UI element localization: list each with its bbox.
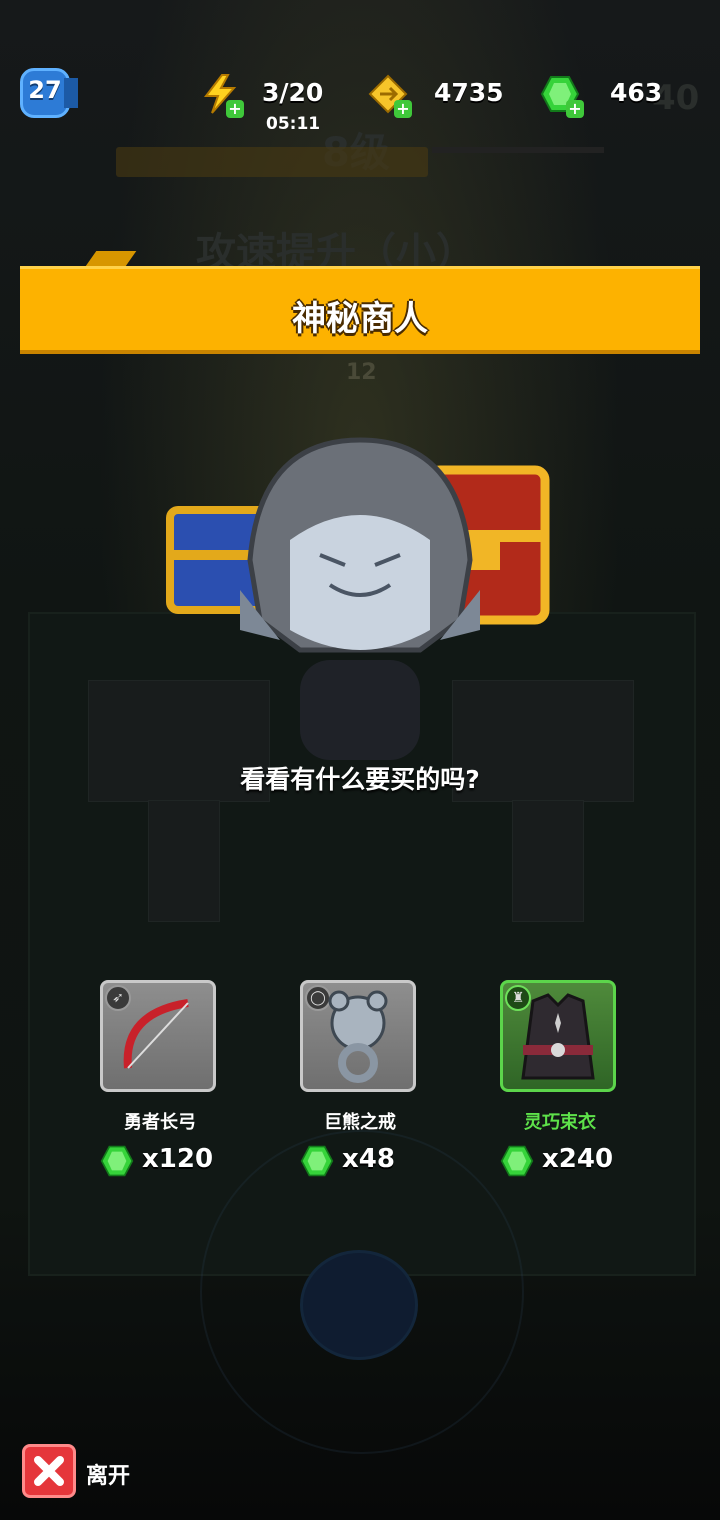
merchant-dialog: 看看有什么要买的吗? (240, 765, 480, 794)
price-value: x48 (342, 1144, 395, 1174)
floor-portal (300, 1250, 418, 1360)
gem-icon[interactable]: + (540, 74, 584, 118)
coin-icon[interactable]: + (368, 74, 412, 118)
item-name: 巨熊之戒 (324, 1112, 396, 1133)
knight-helmet-icon (240, 437, 480, 760)
energy-timer: 05:11 (266, 114, 321, 134)
bear-ring-icon (328, 990, 388, 1083)
ghost-number: 12 (346, 360, 377, 385)
item-price[interactable]: x240 (500, 1142, 640, 1182)
item-card[interactable]: ♜ (500, 980, 616, 1092)
add-energy-icon[interactable]: + (226, 100, 244, 118)
energy-icon[interactable]: + (200, 74, 244, 118)
gem-icon (500, 1145, 534, 1177)
coin-value: 4735 (434, 78, 504, 107)
ghost-xp-bar (116, 147, 428, 177)
item-price[interactable]: x48 (300, 1142, 440, 1182)
merchant-character (160, 430, 560, 770)
banner-title: 神秘商人 (292, 299, 428, 339)
gem-icon (100, 1145, 134, 1177)
add-coins-icon[interactable]: + (394, 100, 412, 118)
add-gems-icon[interactable]: + (566, 100, 584, 118)
vest-icon (521, 993, 595, 1080)
bow-icon (123, 999, 189, 1069)
item-card[interactable]: ◯ (300, 980, 416, 1092)
player-level: 27 (28, 76, 62, 104)
item-name: 勇者长弓 (124, 1112, 196, 1133)
player-level-badge[interactable]: 27 (20, 68, 78, 118)
item-name: 灵巧束衣 (524, 1112, 596, 1133)
gem-icon (300, 1145, 334, 1177)
leave-label: 离开 (86, 1464, 131, 1489)
item-price[interactable]: x120 (100, 1142, 240, 1182)
close-icon[interactable] (22, 1444, 76, 1498)
price-value: x120 (142, 1144, 214, 1174)
merchant-banner: 神秘商人 (20, 266, 700, 354)
ghost-xp-bar-track (432, 147, 604, 153)
price-value: x240 (542, 1144, 614, 1174)
gem-value: 463 (610, 78, 663, 107)
floor-block (148, 800, 220, 922)
floor-block (512, 800, 584, 922)
leave-button[interactable]: 离开 (22, 1444, 152, 1498)
energy-value: 3/20 (262, 78, 324, 107)
item-card[interactable]: ➶ (100, 980, 216, 1092)
